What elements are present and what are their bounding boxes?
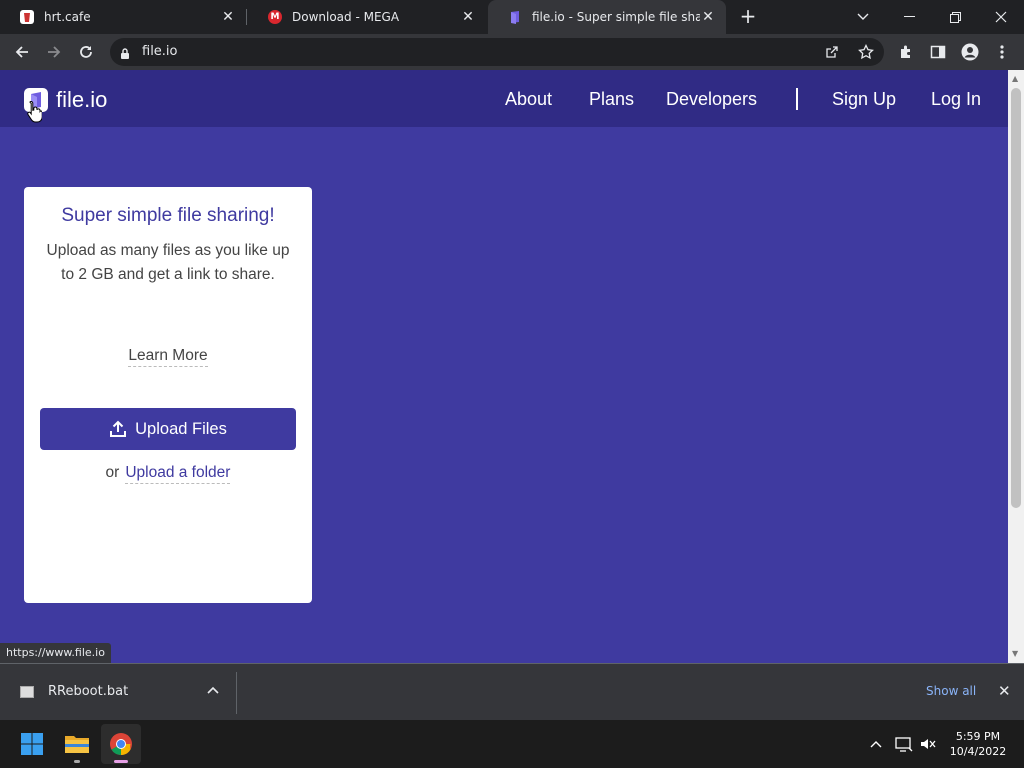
lock-icon[interactable] [120,45,130,64]
download-options-chevron-icon[interactable] [205,683,221,699]
tab-strip: hrt.cafe ✕ M Download - MEGA ✕ file.io -… [0,0,1024,34]
restore-button[interactable] [932,0,978,34]
volume-muted-icon[interactable] [918,734,938,754]
nav-signup-link[interactable]: Sign Up [832,89,896,110]
address-bar[interactable]: file.io [110,38,884,66]
learn-more-link[interactable]: Learn More [128,347,208,367]
close-downloads-bar-icon[interactable]: ✕ [998,682,1011,700]
tab-title: Download - MEGA [292,10,400,24]
card-description: Upload as many files as you like up to 2… [46,242,290,283]
card-title: Super simple file sharing! [61,205,275,226]
tab-search-chevron-icon[interactable] [840,0,886,34]
nav-plans-link[interactable]: Plans [589,89,634,110]
file-io-favicon-icon [508,10,522,24]
tab-title: file.io - Super simple file sharing [532,10,700,24]
taskbar-clock[interactable]: 5:59 PM 10/4/2022 [946,729,1010,759]
hand-cursor-icon [27,100,42,123]
close-window-button[interactable] [978,0,1024,34]
profile-avatar-icon[interactable] [958,40,982,64]
tab-file-io[interactable]: file.io - Super simple file sharing ✕ [488,0,726,34]
forward-button[interactable] [42,40,66,64]
tab-mega[interactable]: M Download - MEGA ✕ [248,0,486,34]
download-item[interactable]: RReboot.bat [20,684,128,699]
address-text: file.io [142,44,178,59]
download-separator [236,672,237,714]
close-tab-icon[interactable]: ✕ [460,9,476,25]
hrt-cafe-favicon-icon [20,10,34,24]
browser-toolbar: file.io [0,34,1024,70]
clock-date: 10/4/2022 [949,745,1007,758]
share-icon[interactable] [822,42,842,62]
or-text: or [105,464,120,481]
file-explorer-icon[interactable] [57,724,97,764]
minimize-button[interactable] [886,0,932,34]
nav-login-link[interactable]: Log In [931,89,981,110]
learn-more-row: Learn More [24,345,312,367]
upload-folder-row: or Upload a folder [24,464,312,484]
upload-files-label: Upload Files [135,419,227,438]
page-scrollbar[interactable]: ▲ ▼ [1008,70,1024,663]
logo-text: file.io [56,87,108,112]
windows-start-icon[interactable] [12,724,52,764]
nav-about-link[interactable]: About [505,89,552,110]
close-tab-icon[interactable]: ✕ [700,9,716,25]
mega-favicon-icon: M [268,10,282,24]
downloads-bar: RReboot.bat Show all ✕ [0,663,1024,720]
close-tab-icon[interactable]: ✕ [220,9,236,25]
site-header: file.io About Plans Developers Sign Up L… [0,70,1008,127]
tab-hrt-cafe[interactable]: hrt.cafe ✕ [0,0,246,34]
clock-time: 5:59 PM [955,730,1001,743]
upload-icon [110,420,127,437]
nav-developers-link[interactable]: Developers [666,89,757,110]
tab-title: hrt.cafe [44,10,91,24]
download-file-name: RReboot.bat [48,684,129,699]
back-button[interactable] [10,40,34,64]
reload-button[interactable] [74,40,98,64]
scroll-up-arrow-icon[interactable]: ▲ [1012,74,1018,83]
web-page: file.io About Plans Developers Sign Up L… [0,70,1008,663]
upload-folder-link[interactable]: Upload a folder [125,464,231,484]
windows-taskbar: 5:59 PM 10/4/2022 [0,720,1024,768]
bat-file-icon [20,685,34,698]
show-hidden-icons-chevron-icon[interactable] [866,734,886,754]
browser-menu-icon[interactable] [990,40,1014,64]
nav-divider [796,88,798,110]
tab-separator [246,9,247,25]
active-indicator [114,760,128,763]
side-panel-icon[interactable] [926,40,950,64]
upload-files-button[interactable]: Upload Files [40,408,296,450]
network-icon[interactable] [894,734,914,754]
scrollbar-thumb[interactable] [1011,88,1021,508]
chrome-taskbar-icon[interactable] [101,724,141,764]
extensions-icon[interactable] [894,40,918,64]
new-tab-button[interactable]: + [738,6,758,27]
upload-card: Super simple file sharing! Upload as man… [24,187,312,603]
status-url-bubble: https://www.file.io [0,643,111,663]
running-indicator [74,760,80,763]
show-all-downloads-link[interactable]: Show all [926,684,976,698]
bookmark-star-icon[interactable] [856,42,876,62]
scroll-down-arrow-icon[interactable]: ▼ [1012,649,1018,658]
